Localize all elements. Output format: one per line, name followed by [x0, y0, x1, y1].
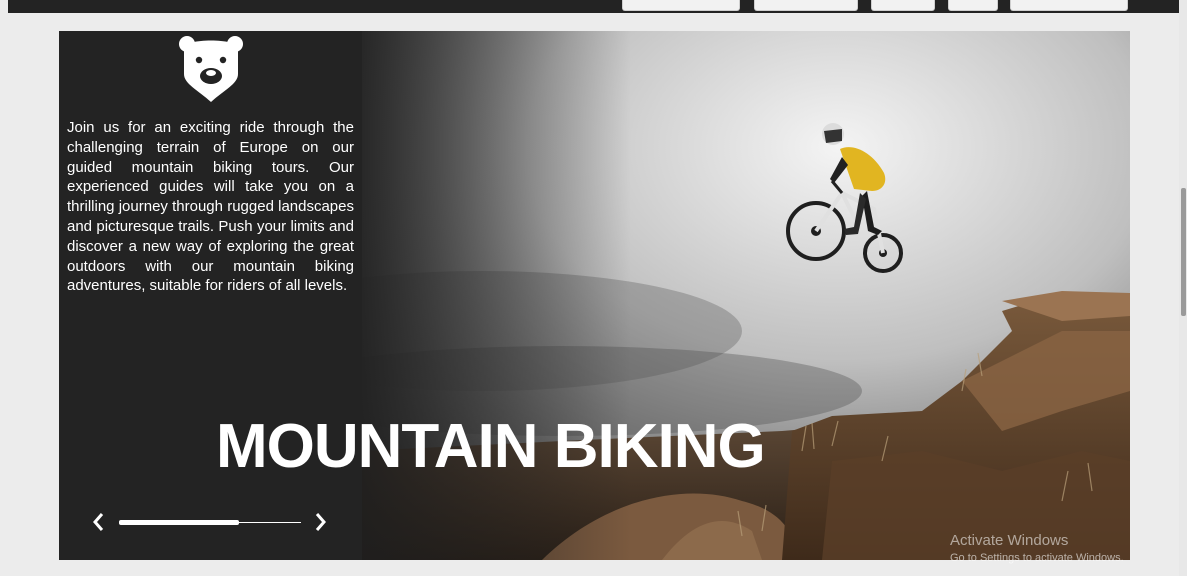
top-tab-3[interactable]: [871, 0, 935, 11]
slider-prev-button[interactable]: [88, 510, 108, 534]
browser-top-bar: [8, 0, 1179, 13]
scrollbar-thumb[interactable]: [1181, 188, 1186, 316]
windows-activation-watermark: Activate Windows Go to Settings to activ…: [950, 532, 1124, 564]
hero-title: MOUNTAIN BIKING: [216, 412, 766, 481]
bear-head-icon[interactable]: [178, 34, 244, 102]
chevron-left-icon: [93, 513, 104, 531]
slider-progress-fill: [119, 520, 240, 525]
top-tab-2[interactable]: [754, 0, 858, 11]
slider-progress-bar: [119, 520, 301, 525]
slider-next-button[interactable]: [311, 510, 331, 534]
intro-text: Join us for an exciting ride through the…: [67, 119, 354, 295]
top-tab-4[interactable]: [948, 0, 998, 11]
watermark-subtitle: Go to Settings to activate Windows.: [950, 552, 1124, 564]
top-tab-1[interactable]: [622, 0, 740, 11]
watermark-title: Activate Windows: [950, 532, 1069, 549]
top-tab-5[interactable]: [1010, 0, 1128, 11]
hero-slider: Join us for an exciting ride through the…: [59, 31, 1130, 560]
chevron-right-icon: [315, 513, 326, 531]
